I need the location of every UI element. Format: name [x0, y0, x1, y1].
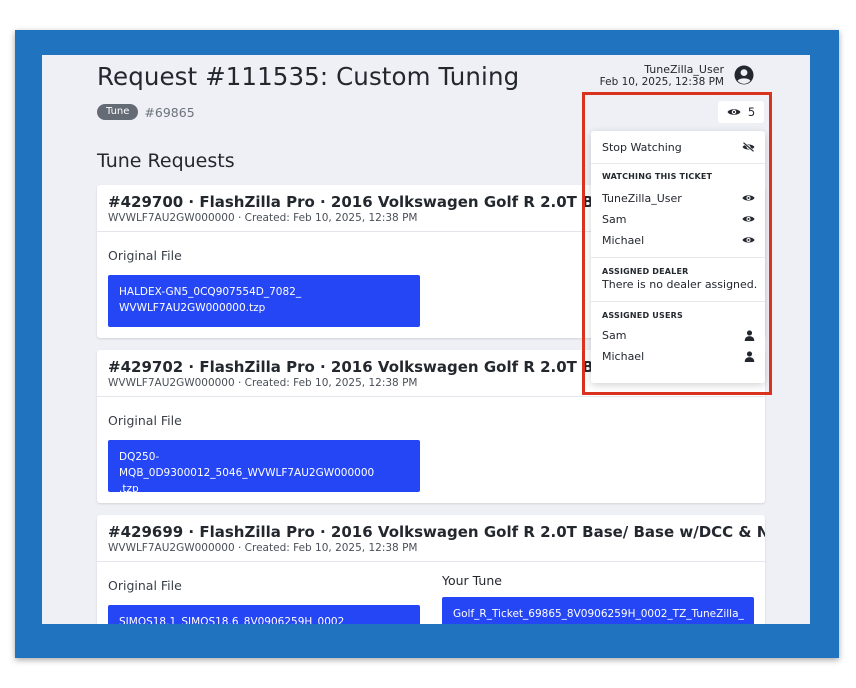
highlight-box	[582, 92, 772, 395]
original-file-button[interactable]: SIMOS18.1_SIMOS18.6_8V0906259H_0002_	[108, 605, 420, 624]
original-file-label: Original File	[108, 578, 182, 593]
file-name-line: DQ250-MQB_0D9300012_5046_WVWLF7AU2GW0000…	[119, 451, 375, 479]
file-name-line: Golf_R_Ticket_69865_8V0906259H_0002_TZ_T…	[453, 608, 744, 620]
user-info: TuneZilla_User Feb 10, 2025, 12:38 PM	[599, 63, 724, 89]
type-badge: Tune	[97, 104, 139, 120]
card-subtitle: WVWLF7AU2GW000000 · Created: Feb 10, 202…	[108, 542, 418, 554]
file-name-line: .tzp	[119, 483, 139, 495]
user-timestamp: Feb 10, 2025, 12:38 PM	[599, 76, 724, 88]
ticket-tags: Tune #69865	[97, 104, 195, 120]
section-title: Tune Requests	[97, 150, 235, 172]
original-file-button[interactable]: HALDEX-GN5_0CQ907554D_7082_ WVWLF7AU2GW0…	[108, 275, 420, 327]
page-title: Request #111535: Custom Tuning	[97, 62, 520, 91]
ticket-number: #69865	[144, 104, 195, 120]
original-file-label: Original File	[108, 248, 182, 263]
user-avatar-icon[interactable]	[734, 65, 754, 85]
original-file-button[interactable]: DQ250-MQB_0D9300012_5046_WVWLF7AU2GW0000…	[108, 440, 420, 495]
file-name-line: WVWLF7AU2GW000000.tzp	[119, 302, 266, 314]
card-header: #429699 · FlashZilla Pro · 2016 Volkswag…	[97, 515, 765, 562]
your-tune-button[interactable]: Golf_R_Ticket_69865_8V0906259H_0002_TZ_T…	[442, 597, 754, 624]
original-file-label: Original File	[108, 413, 182, 428]
file-name-line: SIMOS18.1_SIMOS18.6_8V0906259H_0002_	[119, 616, 350, 624]
file-name-line: HALDEX-GN5_0CQ907554D_7082_	[119, 286, 302, 298]
tune-request-card: #429699 · FlashZilla Pro · 2016 Volkswag…	[97, 515, 765, 624]
your-tune-label: Your Tune	[442, 573, 502, 588]
user-name: TuneZilla_User	[644, 63, 724, 76]
card-title: #429699 · FlashZilla Pro · 2016 Volkswag…	[108, 523, 765, 541]
